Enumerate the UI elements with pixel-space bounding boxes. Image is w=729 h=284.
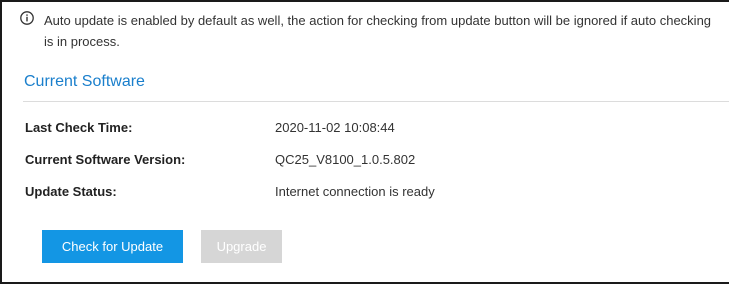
last-check-value: 2020-11-02 10:08:44 [275,120,395,135]
update-status-label: Update Status: [25,184,117,199]
info-icon [20,11,34,25]
section-divider [23,101,729,102]
info-notice-text: Auto update is enabled by default as wel… [44,13,712,49]
upgrade-button[interactable]: Upgrade [201,230,282,263]
section-title: Current Software [24,73,145,90]
version-value: QC25_V8100_1.0.5.802 [275,152,416,167]
software-update-panel: Auto update is enabled by default as wel… [0,0,729,284]
last-check-label: Last Check Time: [25,120,133,135]
check-for-update-button[interactable]: Check for Update [42,230,183,263]
update-status-value: Internet connection is ready [275,184,435,199]
info-notice: Auto update is enabled by default as wel… [20,10,720,52]
version-label: Current Software Version: [25,152,186,167]
